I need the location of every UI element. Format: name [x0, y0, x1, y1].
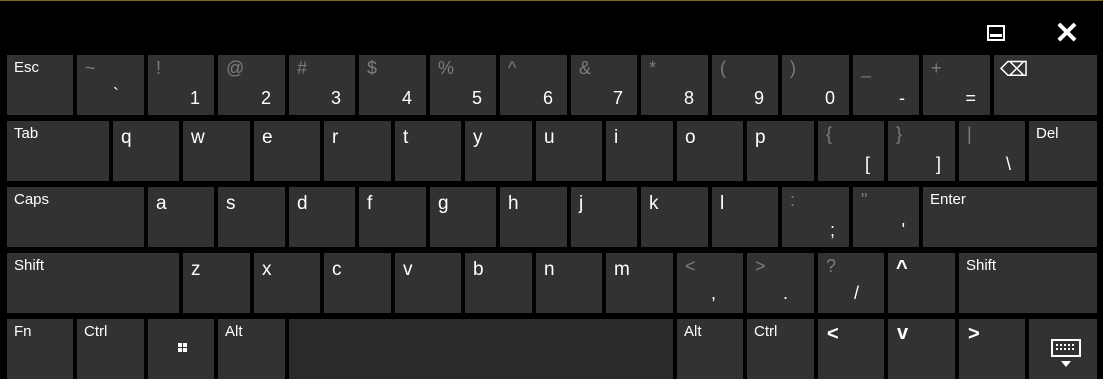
key-w[interactable]: w [183, 121, 250, 181]
backspace-icon: ⌫ [1000, 59, 1029, 81]
key-n[interactable]: n [536, 253, 602, 313]
key-fn[interactable]: Fn [7, 319, 73, 379]
key-right-arrow[interactable]: > [959, 319, 1025, 379]
key-g[interactable]: g [430, 187, 496, 247]
key-i[interactable]: i [606, 121, 673, 181]
key-comma[interactable]: < , [677, 253, 743, 313]
key-enter[interactable]: Enter [923, 187, 1097, 247]
right-arrow-icon: > [968, 323, 980, 345]
key-slash[interactable]: ? / [818, 253, 884, 313]
key-2[interactable]: @ 2 [218, 55, 285, 115]
key-left-bracket[interactable]: { [ [818, 121, 884, 181]
touch-keyboard: Esc ~ ` ! 1 @ 2 # 3 $ 4 % 5 ^ 6 & 7 * 8 … [0, 0, 1103, 379]
key-6[interactable]: ^ 6 [500, 55, 567, 115]
key-k[interactable]: k [641, 187, 708, 247]
key-up-arrow[interactable]: ^ [888, 253, 955, 313]
key-4[interactable]: $ 4 [359, 55, 426, 115]
key-esc[interactable]: Esc [7, 55, 73, 115]
key-backslash[interactable]: | \ [959, 121, 1025, 181]
key-equals[interactable]: + = [923, 55, 990, 115]
down-arrow-icon: v [897, 322, 909, 344]
key-semicolon[interactable]: : ; [782, 187, 849, 247]
key-shift-right[interactable]: Shift [959, 253, 1097, 313]
key-m[interactable]: m [606, 253, 673, 313]
key-ctrl-left[interactable]: Ctrl [77, 319, 144, 379]
key-9[interactable]: ( 9 [712, 55, 778, 115]
key-shift-left[interactable]: Shift [7, 253, 179, 313]
key-8[interactable]: * 8 [641, 55, 708, 115]
key-right-bracket[interactable]: } ] [888, 121, 955, 181]
key-backspace[interactable]: ⌫ [994, 55, 1097, 115]
key-s[interactable]: s [218, 187, 285, 247]
key-d[interactable]: d [289, 187, 355, 247]
key-backtick[interactable]: ~ ` [77, 55, 144, 115]
key-y[interactable]: y [465, 121, 532, 181]
key-down-arrow[interactable]: v [888, 319, 955, 379]
key-3[interactable]: # 3 [289, 55, 355, 115]
key-caps[interactable]: Caps [7, 187, 144, 247]
key-v[interactable]: v [395, 253, 461, 313]
windows-logo-icon [178, 343, 188, 353]
key-0[interactable]: ) 0 [782, 55, 849, 115]
key-period[interactable]: > . [747, 253, 814, 313]
key-b[interactable]: b [465, 253, 532, 313]
key-z[interactable]: z [183, 253, 250, 313]
key-x[interactable]: x [254, 253, 320, 313]
keyboard-icon [1051, 339, 1081, 357]
key-o[interactable]: o [677, 121, 743, 181]
key-h[interactable]: h [500, 187, 567, 247]
key-t[interactable]: t [395, 121, 461, 181]
key-l[interactable]: l [712, 187, 778, 247]
key-alt-left[interactable]: Alt [218, 319, 285, 379]
key-space[interactable] [289, 319, 673, 379]
key-del[interactable]: Del [1029, 121, 1097, 181]
up-arrow-icon: ^ [896, 257, 908, 279]
key-j[interactable]: j [571, 187, 637, 247]
key-quote[interactable]: " ' [853, 187, 919, 247]
key-q[interactable]: q [113, 121, 179, 181]
key-c[interactable]: c [324, 253, 391, 313]
key-tab[interactable]: Tab [7, 121, 109, 181]
key-p[interactable]: p [747, 121, 814, 181]
left-arrow-icon: < [827, 323, 839, 345]
key-minus[interactable]: _ - [853, 55, 919, 115]
key-r[interactable]: r [324, 121, 391, 181]
keyboard-settings-button[interactable] [1029, 319, 1097, 379]
key-1[interactable]: ! 1 [148, 55, 214, 115]
chevron-down-icon [1061, 361, 1071, 367]
key-5[interactable]: % 5 [430, 55, 496, 115]
key-ctrl-right[interactable]: Ctrl [747, 319, 814, 379]
key-f[interactable]: f [359, 187, 426, 247]
key-7[interactable]: & 7 [571, 55, 637, 115]
key-alt-right[interactable]: Alt [677, 319, 743, 379]
key-left-arrow[interactable]: < [818, 319, 884, 379]
key-u[interactable]: u [536, 121, 602, 181]
key-e[interactable]: e [254, 121, 320, 181]
key-windows[interactable] [148, 319, 214, 379]
key-a[interactable]: a [148, 187, 214, 247]
